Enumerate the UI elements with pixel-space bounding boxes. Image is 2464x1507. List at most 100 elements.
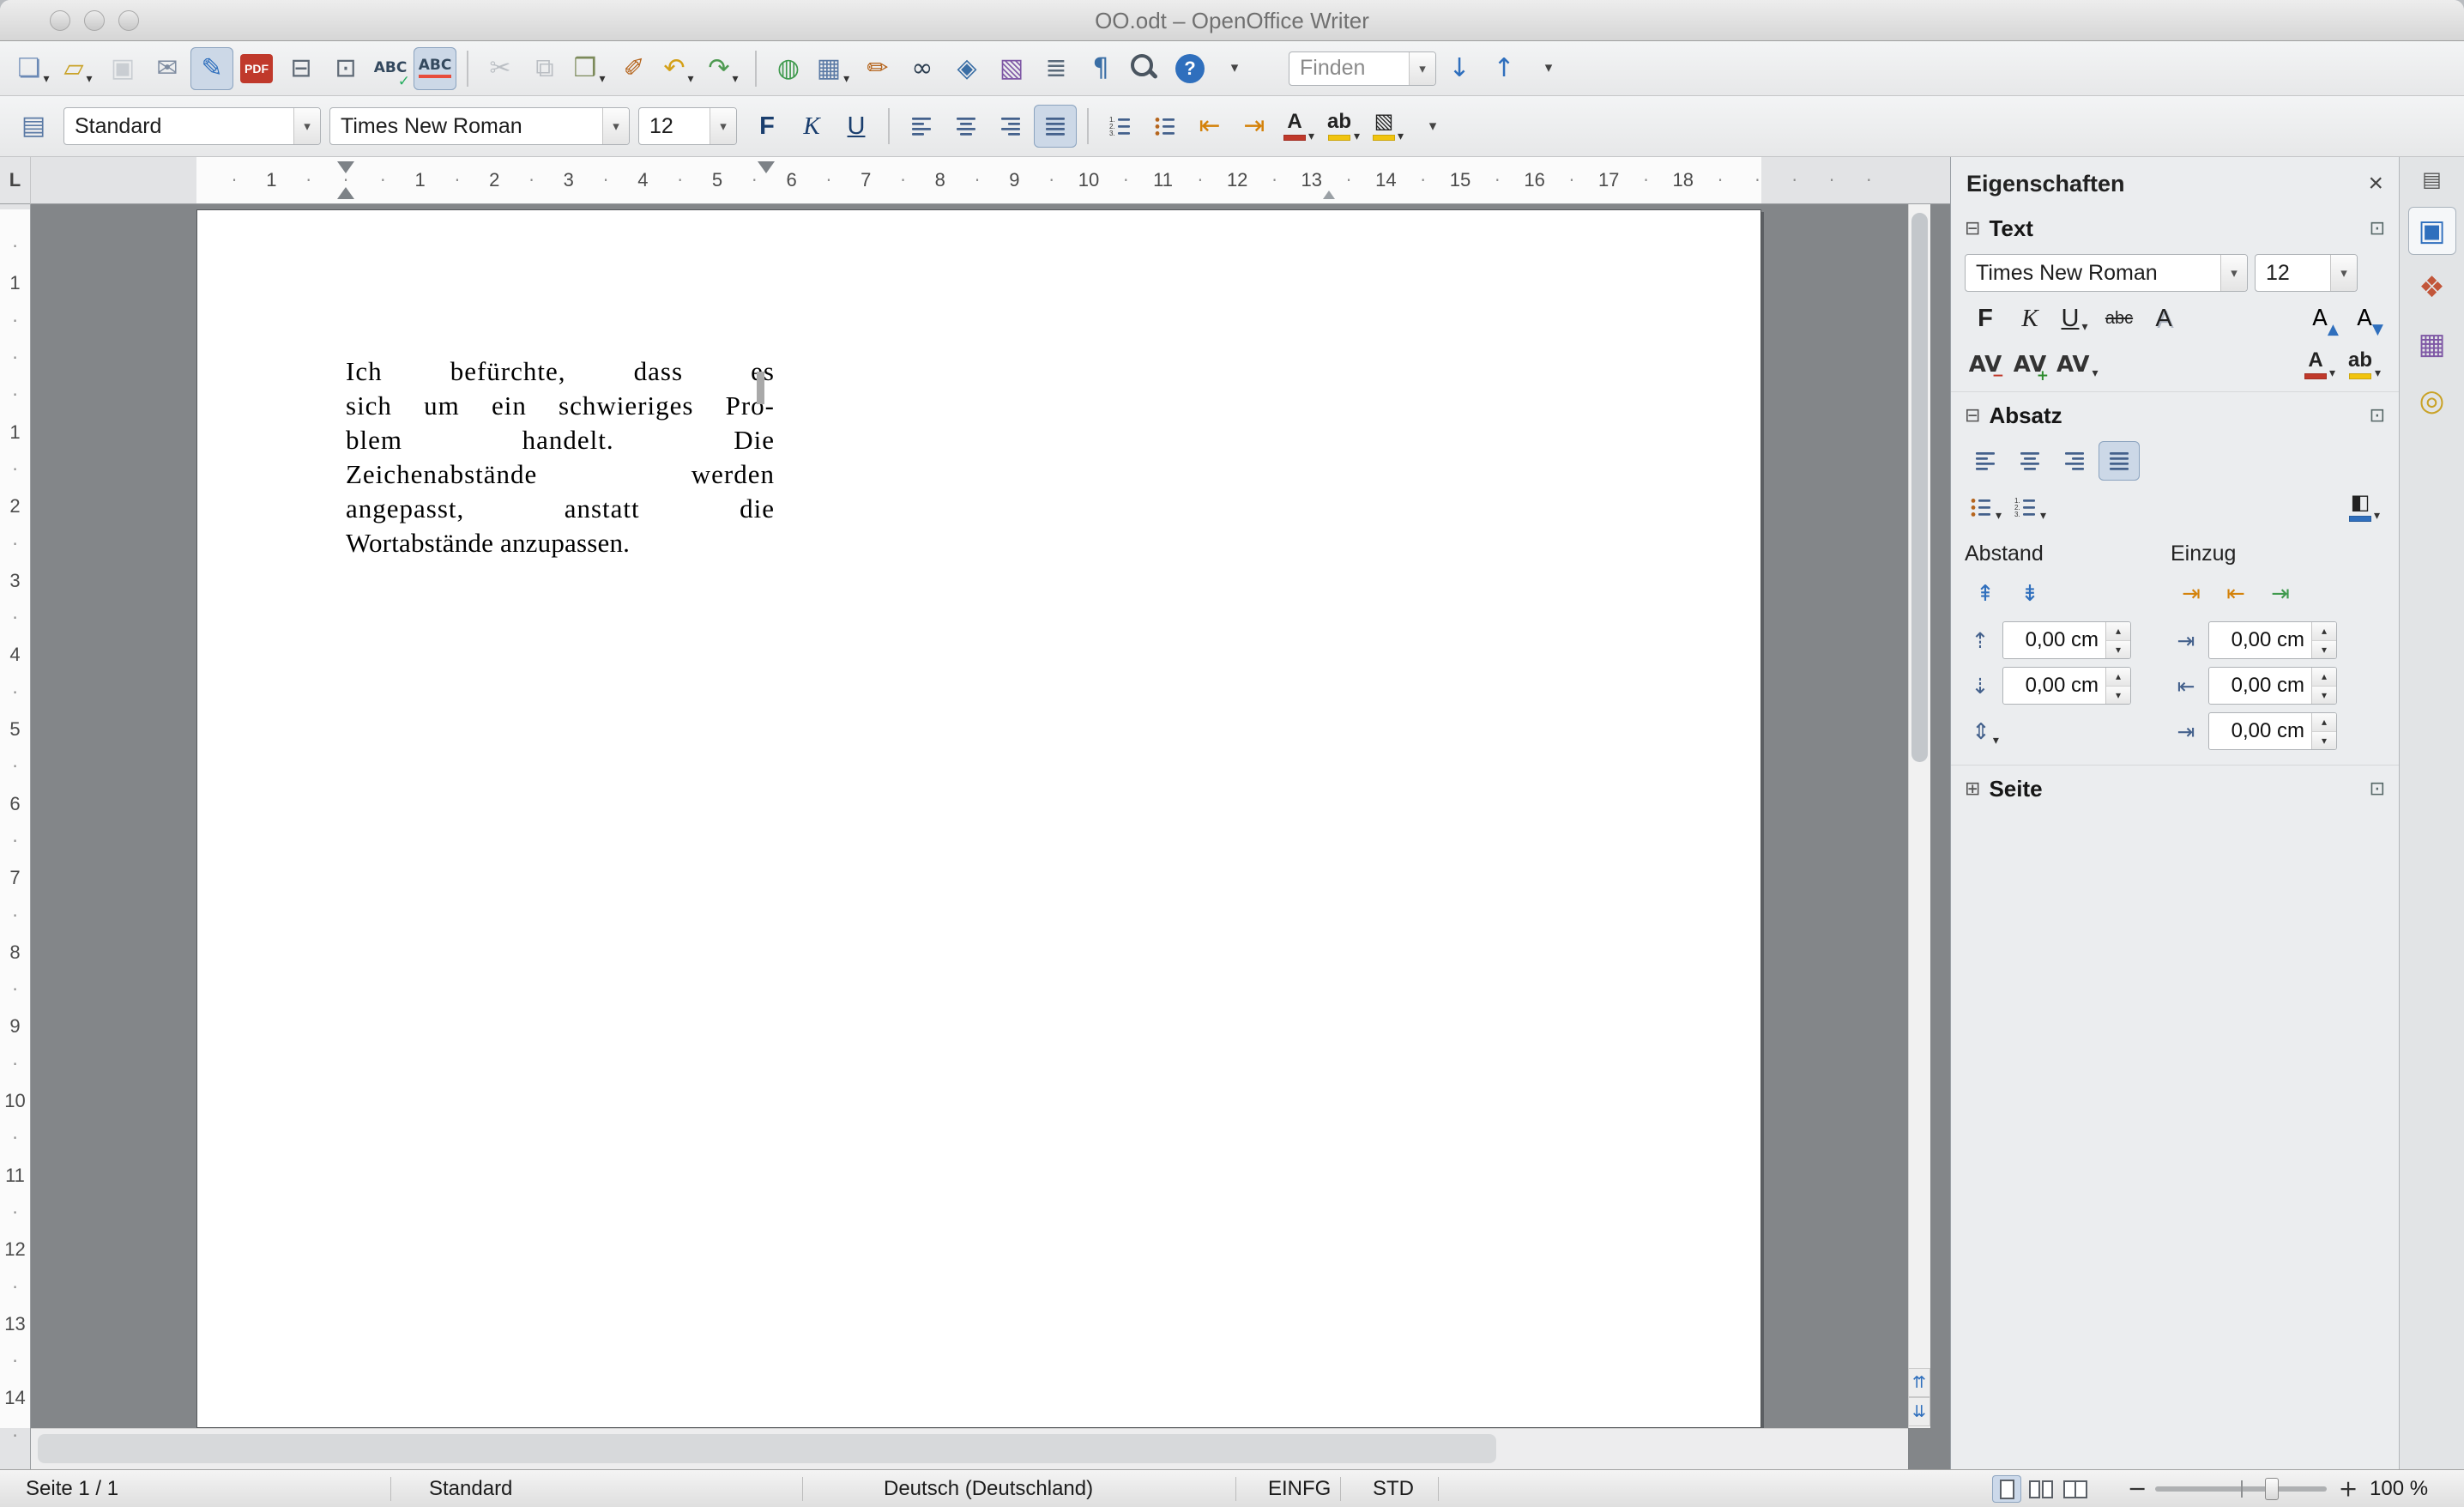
find-next-icon[interactable]: ↓ — [1438, 47, 1481, 90]
sidebar-font-size-select[interactable]: 12 ▾ — [2255, 254, 2358, 292]
bold-button[interactable]: F — [746, 105, 788, 148]
formatting-marks-icon[interactable]: ¶ — [1079, 47, 1122, 90]
navigator-icon[interactable]: ◈ — [945, 47, 988, 90]
spin-down-icon[interactable]: ▾ — [2106, 640, 2130, 658]
tab-stop-marker[interactable] — [1323, 191, 1335, 199]
sidebar-line-spacing-button[interactable]: ⇕ ▾ — [1965, 712, 2006, 752]
sidebar-font-color-button[interactable]: A ▾ — [2299, 345, 2340, 384]
spin-down-icon[interactable]: ▾ — [2312, 686, 2336, 704]
sidebar-underline-button[interactable]: U ▾ — [2054, 299, 2095, 338]
first-line-indent-input[interactable]: 0,00 cm ▴ ▾ — [2208, 712, 2337, 750]
sidebar-increase-char-spacing-button[interactable]: AV + — [2009, 345, 2050, 384]
before-text-indent-input[interactable]: 0,00 cm ▴ ▾ — [2208, 621, 2337, 659]
sidebar-align-center-button[interactable] — [2009, 441, 2050, 481]
expand-page-section-icon[interactable]: ⊞ — [1965, 778, 1980, 800]
sidebar-increase-indent-button[interactable]: ⇥ — [2171, 574, 2212, 614]
new-document-icon[interactable]: ❏ ▾ — [12, 47, 55, 90]
paragraph-style-dropdown-icon[interactable]: ▾ — [293, 108, 320, 144]
bullet-list-button[interactable] — [1144, 105, 1187, 148]
styles-tab[interactable]: ❖ — [2408, 263, 2456, 312]
navigator-tab[interactable]: ◎ — [2408, 377, 2456, 425]
horizontal-scrollbar-thumb[interactable] — [38, 1434, 1496, 1463]
undo-icon-dropdown[interactable]: ▾ — [688, 72, 694, 90]
find-previous-icon[interactable]: ↑ — [1483, 47, 1525, 90]
sidebar-char-spacing-button[interactable]: AV ▾ — [2054, 345, 2101, 384]
sidebar-bullet-list-button-dropdown[interactable]: ▾ — [1996, 509, 2002, 527]
spin-down-icon[interactable]: ▾ — [2312, 731, 2336, 749]
gallery-icon[interactable]: ▧ — [990, 47, 1033, 90]
paragraph-style-icon[interactable]: ▤ — [12, 105, 55, 148]
paragraph-section-dialog-icon[interactable]: ⊡ — [2370, 405, 2385, 427]
sidebar-bold-button[interactable]: F — [1965, 299, 2006, 338]
sidebar-switch-indent-button[interactable]: ⇥ — [2260, 574, 2301, 614]
spin-down-icon[interactable]: ▾ — [2106, 686, 2130, 704]
zoom-in-icon[interactable]: + — [2335, 1475, 2361, 1502]
above-paragraph-spacing-input[interactable]: 0,00 cm ▴ ▾ — [2002, 621, 2131, 659]
sidebar-paragraph-background-button[interactable]: ◧ ▾ — [2344, 487, 2385, 527]
copy-icon[interactable]: ⧉ — [523, 47, 566, 90]
horizontal-scrollbar[interactable] — [31, 1428, 1908, 1469]
status-page-style[interactable]: Standard — [429, 1477, 512, 1501]
sidebar-align-justify-button[interactable] — [2099, 441, 2140, 481]
sidebar-bullet-list-button[interactable]: ▾ — [1965, 487, 2006, 527]
sidebar-font-name-select[interactable]: Times New Roman ▾ — [1965, 254, 2248, 292]
redo-icon-dropdown[interactable]: ▾ — [733, 72, 739, 90]
help-icon[interactable]: ? — [1169, 47, 1211, 90]
open-icon-dropdown[interactable]: ▾ — [87, 72, 93, 90]
background-color-button-dropdown[interactable]: ▾ — [1398, 130, 1404, 148]
page-preview-icon[interactable]: ⊡ — [324, 47, 367, 90]
after-text-indent-input[interactable]: 0,00 cm ▴ ▾ — [2208, 667, 2337, 705]
find-dropdown-icon[interactable]: ▾ — [1409, 51, 1435, 85]
sidebar-align-right-button[interactable] — [2054, 441, 2095, 481]
export-pdf-icon[interactable]: PDF — [235, 47, 278, 90]
toolbar-format-overflow-icon[interactable]: ▾ — [1411, 105, 1454, 148]
sidebar-align-left-button[interactable] — [1965, 441, 2006, 481]
sidebar-font-size-dropdown-icon[interactable]: ▾ — [2330, 255, 2357, 291]
sidebar-font-color-button-dropdown[interactable]: ▾ — [2329, 366, 2335, 384]
align-justify-button[interactable] — [1034, 105, 1077, 148]
underline-button[interactable]: U — [835, 105, 878, 148]
page-section-header[interactable]: ⊞ Seite ⊡ — [1951, 766, 2399, 808]
above-paragraph-spacing-stepper[interactable]: ▴ ▾ — [2105, 622, 2130, 658]
font-name-select[interactable]: Times New Roman ▾ — [329, 107, 630, 145]
highlight-button[interactable]: ab ▾ — [1322, 105, 1365, 148]
page-section-dialog-icon[interactable]: ⊡ — [2370, 778, 2385, 800]
font-color-button[interactable]: A ▾ — [1277, 105, 1320, 148]
sidebar-decrease-paragraph-spacing-button[interactable]: ⇟ — [2009, 574, 2050, 614]
sidebar-line-spacing-button-dropdown[interactable]: ▾ — [1993, 734, 1999, 752]
tab-stop-selector[interactable]: L — [0, 157, 31, 204]
zoom-level[interactable]: 100 % — [2370, 1477, 2428, 1501]
format-paintbrush-icon[interactable]: ✐ — [613, 47, 655, 90]
sidebar-decrease-char-spacing-button[interactable]: AV − — [1965, 345, 2006, 384]
sidebar-increase-font-button[interactable]: A ▲ — [2299, 299, 2340, 338]
below-paragraph-spacing-input[interactable]: 0,00 cm ▴ ▾ — [2002, 667, 2131, 705]
horizontal-ruler[interactable]: 1 1 2 3 4 5 6 7 8 9 10 11 12 13 14 15 16 17 18 · · · · · · · · · · · ·… — [0, 157, 1950, 204]
new-document-icon-dropdown[interactable]: ▾ — [43, 72, 49, 90]
status-insert-mode[interactable]: EINFG — [1268, 1477, 1331, 1501]
spin-down-icon[interactable]: ▾ — [2312, 640, 2336, 658]
mail-document-icon[interactable]: ✉ — [146, 47, 189, 90]
italic-button[interactable]: K — [790, 105, 833, 148]
draw-functions-icon[interactable]: ✏ — [856, 47, 899, 90]
font-size-select[interactable]: 12 ▾ — [638, 107, 737, 145]
sidebar-highlight-button[interactable]: ab ▾ — [2344, 345, 2385, 384]
font-color-button-dropdown[interactable]: ▾ — [1308, 130, 1314, 148]
sidebar-italic-button[interactable]: K — [2009, 299, 2050, 338]
print-icon[interactable]: ⊟ — [280, 47, 323, 90]
paragraph-section-header[interactable]: ⊟ Absatz ⊡ — [1951, 392, 2399, 434]
open-icon[interactable]: ▱ ▾ — [57, 47, 100, 90]
gallery-tab[interactable]: ▦ — [2408, 320, 2456, 368]
sidebar-close-icon[interactable]: × — [2368, 169, 2383, 198]
status-page[interactable]: Seite 1 / 1 — [26, 1477, 118, 1501]
find-input[interactable]: Finden ▾ — [1289, 51, 1436, 86]
sidebar-underline-button-dropdown[interactable]: ▾ — [2081, 320, 2087, 338]
hyperlink-icon[interactable]: ◍ — [767, 47, 810, 90]
table-icon-dropdown[interactable]: ▾ — [843, 72, 849, 90]
align-center-button[interactable] — [945, 105, 987, 148]
align-right-button[interactable] — [989, 105, 1032, 148]
sidebar-increase-paragraph-spacing-button[interactable]: ⇞ — [1965, 574, 2006, 614]
toolbar-main-overflow-icon[interactable]: ▾ — [1213, 47, 1256, 90]
table-icon[interactable]: ▦ ▾ — [812, 47, 855, 90]
cut-icon[interactable]: ✂ — [479, 47, 522, 90]
sidebar-highlight-button-dropdown[interactable]: ▾ — [2375, 366, 2381, 384]
